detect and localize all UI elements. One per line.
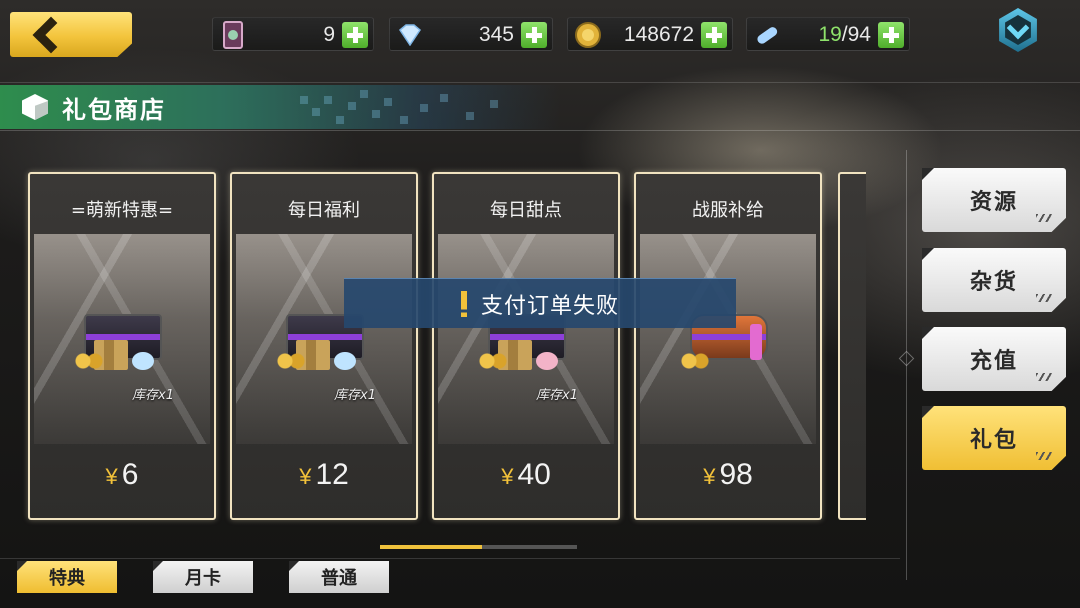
gift-chest-icon [74,314,174,374]
chevron-down-icon [1006,16,1030,40]
category-resources-button[interactable]: 资源 [922,168,1066,232]
currency-symbol: ¥ [703,464,716,489]
stamina-max: /94 [841,23,871,46]
tab-label: 普通 [321,568,357,589]
currency-symbol: ¥ [299,464,312,489]
category-recharge-button[interactable]: 充值 [922,327,1066,391]
price-value: 98 [719,458,753,491]
price-value: 40 [517,458,551,491]
gift-card-4[interactable]: 战服补给 ¥98 [634,172,822,520]
ticket-icon [219,21,247,49]
stock-label: 库存x1 [132,388,174,403]
currency-symbol: ¥ [501,464,514,489]
divider [0,130,1080,131]
price-value: 12 [315,458,349,491]
carousel-scrollbar[interactable] [380,545,577,549]
stamina-count: 19/94 [818,18,871,52]
category-label: 资源 [969,190,1018,215]
add-diamonds-button[interactable] [521,22,547,48]
gift-card-3[interactable]: 每日甜点 库存x1 ¥40 [432,172,620,520]
gift-name: 每日甜点 [490,200,562,221]
back-button[interactable] [10,12,132,57]
page-title: 礼包商店 [62,95,166,124]
divider-ornament [898,350,915,367]
tab-special[interactable]: 特典 [17,561,117,593]
stamina-capsule-icon [753,21,781,49]
tab-label: 特典 [49,568,85,589]
currency-symbol: ¥ [105,464,118,489]
stamina-current: 19 [818,23,842,46]
category-label: 充值 [969,349,1018,374]
gold-coin-icon [574,21,602,49]
category-gift-button[interactable]: 礼包 [922,406,1066,470]
gift-name: 每日福利 [288,200,360,221]
toast-message: 支付订单失败 [480,293,619,319]
tab-monthly-card[interactable]: 月卡 [153,561,253,593]
category-label: 礼包 [969,428,1018,453]
tab-normal[interactable]: 普通 [289,561,389,593]
menu-badge-button[interactable] [999,8,1037,52]
diamond-icon [396,21,424,49]
stock-label: 库存x1 [334,388,376,403]
divider [0,82,1080,83]
cube-icon [22,94,48,120]
gift-card-2[interactable]: 每日福利 库存x1 ¥12 [230,172,418,520]
price-label: ¥40 [434,458,618,492]
gift-card-partial[interactable] [838,172,866,520]
back-arrow-icon [32,16,70,53]
gift-name: 战服补给 [692,200,764,221]
ticket-count: 9 [323,23,335,46]
price-label: ¥6 [30,458,214,492]
scrollbar-thumb[interactable] [380,545,483,549]
diamond-count: 345 [478,23,514,46]
error-toast: 支付订单失败 [344,278,736,328]
currency-diamonds: 345 [389,17,553,51]
add-gold-button[interactable] [701,22,727,48]
price-label: ¥12 [232,458,416,492]
currency-stamina: 19/94 [746,17,910,51]
stock-label: 库存x1 [536,388,578,403]
divider [0,558,900,559]
pixel-decoration [300,90,530,128]
tab-label: 月卡 [185,568,221,589]
currency-tickets: 9 [212,17,374,51]
price-label: ¥98 [636,458,820,492]
gift-card-1[interactable]: =萌新特惠= 库存x1 ¥6 [28,172,216,520]
category-goods-button[interactable]: 杂货 [922,248,1066,312]
add-tickets-button[interactable] [342,22,368,48]
currency-gold: 148672 [567,17,733,51]
gift-name: =萌新特惠= [70,200,174,221]
price-value: 6 [121,458,139,491]
add-stamina-button[interactable] [878,22,904,48]
exclamation-icon [460,290,467,317]
category-label: 杂货 [969,270,1018,295]
gold-count: 148672 [623,23,694,46]
